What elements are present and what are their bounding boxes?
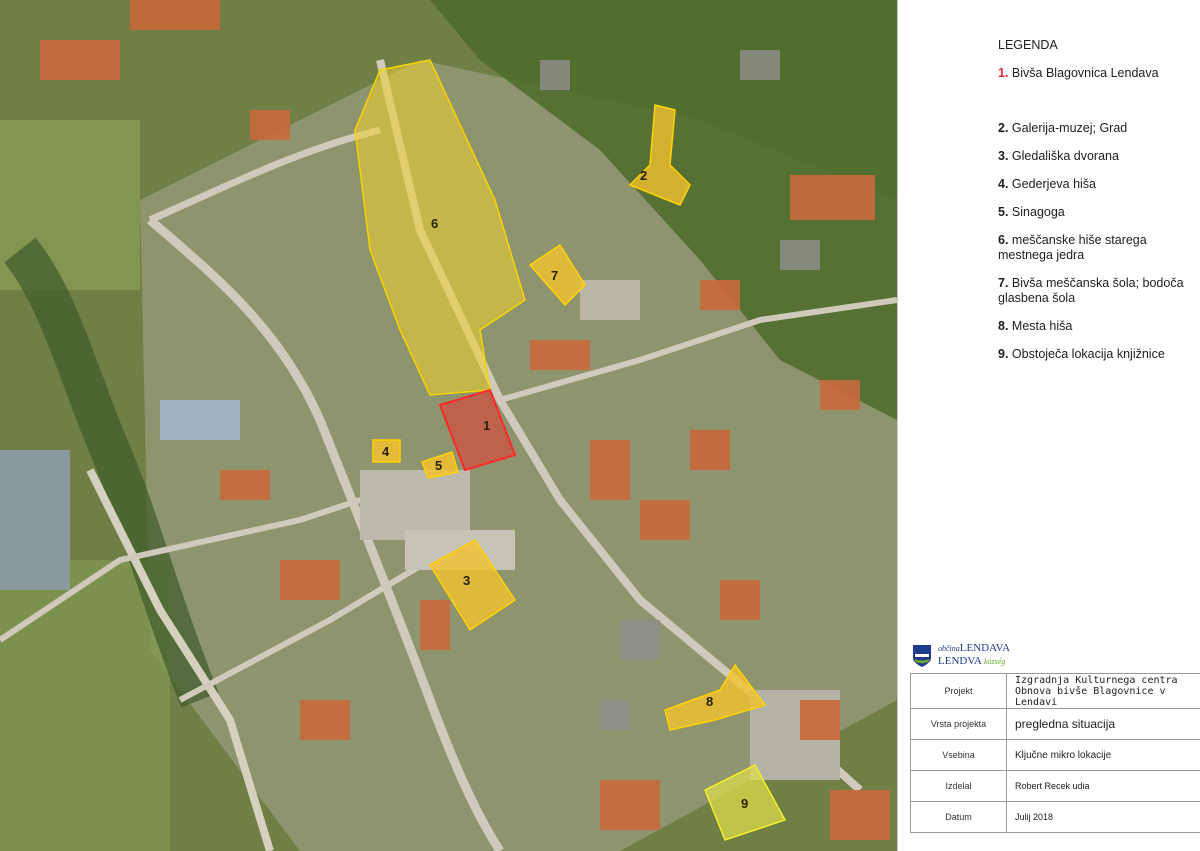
vsebina-label: Vsebina [911,740,1007,770]
projekt-label: Projekt [911,674,1007,708]
vrsta-label: Vrsta projekta [911,709,1007,739]
legend-item-5: 5. Sinagoga [998,205,1065,219]
zone-1-label: 1 [483,418,490,433]
vrsta-value: pregledna situacija [1015,717,1116,731]
zone-7-label: 7 [551,268,558,283]
zone-5-label: 5 [435,458,442,473]
zone-8-label: 8 [706,694,713,709]
logo-name-top: LENDAVA [959,642,1011,654]
legend-item-8: 8. Mesta hiša [998,319,1073,333]
legend: LEGENDA 1. Bivša Blagovnica Lendava 2. G… [998,38,1198,375]
map-canvas: 1 2 3 4 5 6 7 8 9 [0,0,897,851]
legend-item-3: 3. Gledališka dvorana [998,149,1119,163]
legend-item-6: 6. meščanske hiše starega mestnega jedra [998,233,1147,262]
zone-2-label: 2 [640,168,647,183]
legend-item-9: 9. Obstoječa lokacija knjižnice [998,347,1165,361]
zone-4-label: 4 [382,444,390,459]
datum-value: Julij 2018 [1015,812,1054,822]
izdelal-value: Robert Recek udia [1015,781,1090,791]
izdelal-label: Izdelal [911,771,1007,801]
municipality-logo: občinaLENDAVA LENDVA község [912,642,1072,672]
zone-6-label: 6 [431,216,438,231]
logo-name-bottom: LENDVA [938,655,982,667]
aerial-map: 1 2 3 4 5 6 7 8 9 [0,0,897,851]
title-block: Projekt Izgradnja Kulturnega centra Obno… [910,673,1200,833]
crest-icon [913,645,931,667]
vsebina-value: Ključne mikro lokacije [1015,749,1112,761]
logo-small-top: občina [938,644,960,653]
legend-item-7: 7. Bivša meščanska šola; bodoča glasbena… [998,276,1184,305]
legend-panel: LEGENDA 1. Bivša Blagovnica Lendava 2. G… [897,0,1200,851]
zone-3-label: 3 [463,573,470,588]
legend-item-1: 1. Bivša Blagovnica Lendava [998,66,1159,80]
projekt-value: Izgradnja Kulturnega centra Obnova bivše… [1015,674,1178,708]
legend-title: LEGENDA [998,38,1058,52]
logo-small-bottom: község [983,657,1006,666]
legend-item-4: 4. Gederjeva hiša [998,177,1096,191]
legend-item-2: 2. Galerija-muzej; Grad [998,121,1128,135]
datum-label: Datum [911,802,1007,832]
zone-9-label: 9 [741,796,748,811]
